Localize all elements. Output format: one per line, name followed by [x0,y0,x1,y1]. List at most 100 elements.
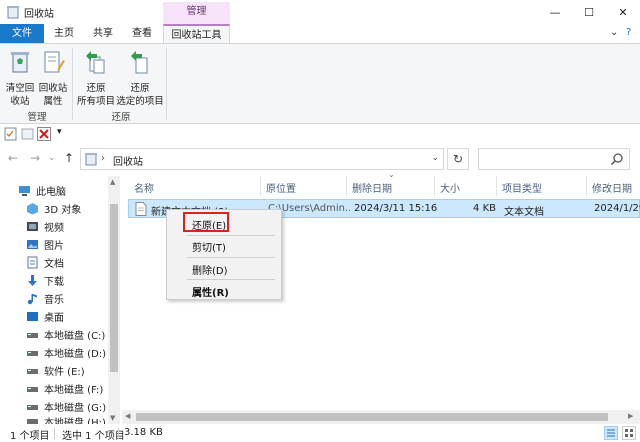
ribbon-collapse-button[interactable]: ⌄ [610,27,618,38]
empty-recycle-label-1: 清空回 [5,83,35,94]
status-separator [118,428,119,439]
new-folder-icon[interactable] [21,127,35,141]
column-separator[interactable] [434,176,435,196]
help-button[interactable]: ? [626,27,631,38]
drive-icon [27,386,38,392]
status-item-count: 1 个项目 [10,431,50,442]
column-headers: 名称 原位置 删除日期 大小 项目类型 修改日期 [122,176,640,196]
scroll-right-arrow[interactable]: ▶ [628,412,633,420]
restore-all-button[interactable]: 还原 所有项目 [76,48,116,108]
details-view-button[interactable] [604,426,618,440]
status-separator [54,428,55,439]
documents-icon [27,256,38,268]
menu-item-delete[interactable]: 删除(D) [167,259,281,277]
recycle-bin-icon [7,6,19,19]
empty-recycle-bin-button[interactable]: 清空回 收站 [4,48,36,108]
address-bar[interactable]: › 回收站 ⌄ [80,148,444,170]
scroll-up-arrow[interactable]: ▲ [110,178,115,186]
column-size[interactable]: 大小 [440,180,460,196]
menu-separator [187,279,275,280]
large-icons-view-icon [625,429,633,437]
scroll-left-arrow[interactable]: ◀ [125,412,130,420]
window-title: 回收站 [24,9,54,20]
file-list-horizontal-scrollbar[interactable]: ◀ ▶ [122,410,640,424]
properties-icon [44,51,65,73]
tab-home[interactable]: 主页 [44,24,84,43]
column-date-modified[interactable]: 修改日期 [592,180,632,196]
restore-selected-icon [131,51,148,74]
nav-item-label: 音乐 [44,294,64,306]
breadcrumb-recycle-bin[interactable]: 回收站 [113,153,143,168]
drive-icon [27,350,38,356]
downloads-icon [28,274,37,286]
restore-highlight-box [183,212,229,232]
restore-all-icon [86,51,105,74]
column-original-location[interactable]: 原位置 [266,180,296,196]
column-separator[interactable] [586,176,587,196]
menu-item-properties[interactable]: 属性(R) [167,281,281,299]
nav-item-label: 图片 [44,240,64,252]
menu-separator [187,257,275,258]
tab-share[interactable]: 共享 [84,24,122,43]
menu-item-cut-label: 剪切(T) [192,243,226,254]
nav-item-label: 视频 [44,222,64,234]
refresh-button[interactable]: ↻ [447,148,469,170]
address-dropdown-button[interactable]: ⌄ [431,153,439,163]
large-icons-view-button[interactable] [622,426,636,440]
file-item-type: 文本文档 [504,207,544,218]
nav-item-label: 文档 [44,258,64,270]
desktop-icon [27,311,38,321]
nav-item-label: 软件 (E:) [44,366,85,378]
menu-item-properties-label: 属性(R) [192,288,229,299]
column-separator[interactable] [346,176,347,196]
close-button[interactable]: ✕ [606,0,640,24]
tab-recycle-bin-tools[interactable]: 回收站工具 [163,24,230,44]
ribbon: 清空回 收站 回收站 属性 还原 所有项目 还原 选定的项目 管理 还原 [0,43,640,124]
qat-dropdown-button[interactable]: ▾ [57,127,62,137]
delete-x-icon[interactable] [37,127,51,141]
back-button[interactable]: ← [8,151,18,165]
tab-view[interactable]: 查看 [122,24,162,43]
empty-recycle-bin-icon [11,52,29,73]
column-separator[interactable] [496,176,497,196]
recent-locations-button[interactable]: ⌄ [48,153,56,163]
navigation-scrollbar[interactable]: ▲ ▼ [108,176,120,424]
text-file-icon [135,202,147,216]
empty-recycle-label-2: 收站 [10,96,30,107]
tab-file[interactable]: 文件 [0,24,44,43]
forward-button[interactable]: → [30,151,40,165]
restore-all-label-1: 还原 [86,83,106,94]
search-input[interactable] [478,148,630,170]
recycle-props-label-1: 回收站 [38,83,68,94]
scroll-down-arrow[interactable]: ▼ [110,414,115,422]
ribbon-tabs: 文件 主页 共享 查看 回收站工具 ⌄ ? [0,24,640,44]
nav-item-label: 3D 对象 [44,204,82,216]
minimize-button[interactable]: — [538,0,572,24]
restore-all-label-2: 所有项目 [76,96,115,107]
file-date-deleted: 2024/3/11 15:16 [354,203,438,214]
recycle-props-label-2: 属性 [43,96,63,107]
scrollbar-thumb[interactable] [110,204,118,372]
up-button[interactable]: ↑ [64,151,74,165]
sort-indicator-icon: ⌄ [388,170,395,179]
group-separator [166,48,167,120]
recycle-bin-properties-button[interactable]: 回收站 属性 [36,48,70,108]
file-date-modified: 2024/1/29 [594,203,640,214]
column-item-type[interactable]: 项目类型 [502,180,542,196]
drive-icon [27,368,38,374]
computer-icon [19,185,30,196]
scrollbar-thumb[interactable] [136,413,608,421]
breadcrumb-separator[interactable]: › [101,153,105,164]
maximize-button[interactable]: ☐ [572,0,606,24]
restore-selected-button[interactable]: 还原 选定的项目 [116,48,164,108]
status-selected-size: 3.18 KB [124,427,163,438]
column-date-deleted[interactable]: 删除日期 [352,180,392,196]
column-name[interactable]: 名称 [134,180,154,196]
file-size: 4 KB [473,203,496,214]
menu-item-cut[interactable]: 剪切(T) [167,236,281,254]
properties-check-icon[interactable] [4,127,18,141]
nav-item-label: 本地磁盘 (G:) [44,402,107,414]
drive-icon [27,419,38,424]
nav-item-label: 本地磁盘 (D:) [44,348,107,360]
column-separator[interactable] [260,176,261,196]
